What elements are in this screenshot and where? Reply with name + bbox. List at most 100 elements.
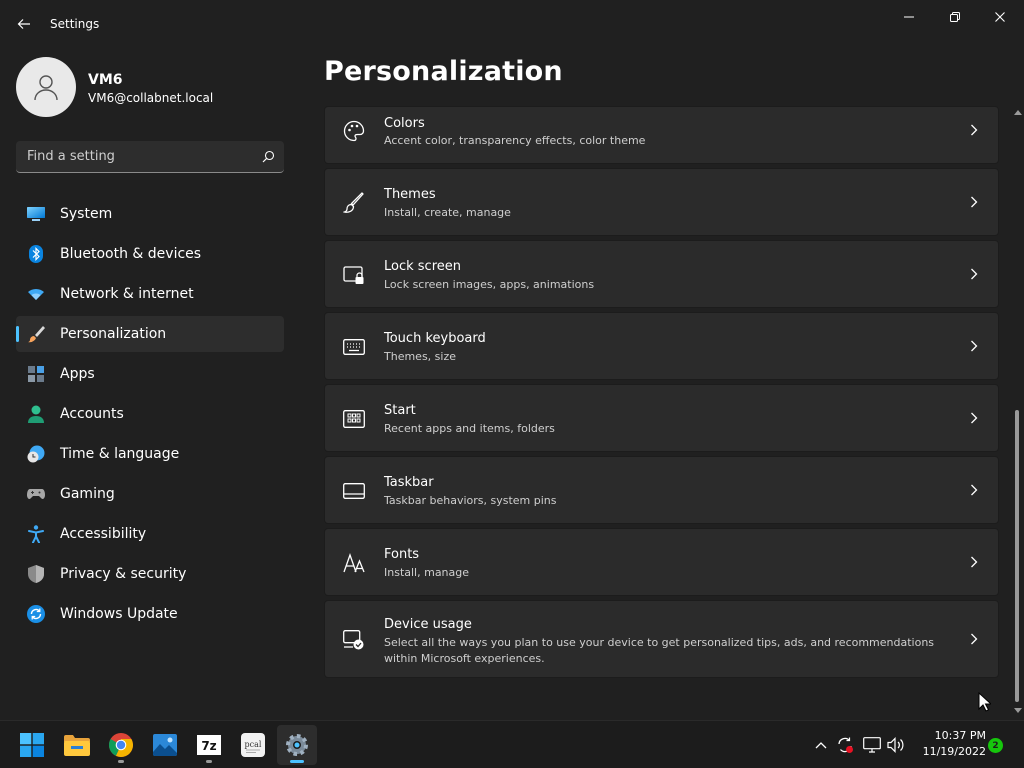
shield-icon <box>26 564 46 584</box>
chevron-right-icon <box>968 633 980 645</box>
card-title: Start <box>384 403 416 418</box>
card-subtitle: Install, manage <box>384 566 470 579</box>
scroll-thumb[interactable] <box>1015 410 1019 702</box>
start-card[interactable]: Start Recent apps and items, folders <box>324 384 999 452</box>
wifi-icon <box>26 284 46 304</box>
card-subtitle: Select all the ways you plan to use your… <box>384 636 935 665</box>
sidebar-item-personalization[interactable]: Personalization <box>16 316 284 352</box>
system-icon <box>26 204 46 224</box>
chevron-right-icon <box>968 268 980 280</box>
user-email: VM6@collabnet.local <box>88 91 214 105</box>
card-subtitle: Recent apps and items, folders <box>384 422 555 435</box>
search-button[interactable] <box>252 141 284 172</box>
sidebar-item-system[interactable]: System <box>16 196 284 232</box>
content-scrollbar[interactable] <box>1011 108 1024 718</box>
device-usage-card[interactable]: Device usage Select all the ways you pla… <box>324 600 999 678</box>
search-box <box>16 141 284 173</box>
running-indicator <box>290 760 304 763</box>
sidebar-item-network[interactable]: Network & internet <box>16 276 284 312</box>
themes-card[interactable]: Themes Install, create, manage <box>324 168 999 236</box>
keyboard-icon <box>342 335 366 359</box>
sidebar-item-gaming[interactable]: Gaming <box>16 476 284 512</box>
taskbar-file-explorer-button[interactable] <box>57 725 97 765</box>
touch-keyboard-card[interactable]: Touch keyboard Themes, size <box>324 312 999 380</box>
running-indicator <box>118 760 124 763</box>
chevron-right-icon <box>968 196 980 208</box>
close-button[interactable] <box>978 4 1022 30</box>
sidebar-item-label: Personalization <box>60 326 167 342</box>
device-usage-icon <box>342 628 366 652</box>
gear-icon <box>286 734 308 756</box>
network-tray-icon[interactable] <box>862 735 882 755</box>
sidebar-item-bluetooth[interactable]: Bluetooth & devices <box>16 236 284 272</box>
search-icon <box>262 150 274 163</box>
volume-tray-icon[interactable] <box>886 735 906 755</box>
chevron-up-icon <box>815 742 827 749</box>
card-title: Themes <box>384 187 436 202</box>
taskbar-settings-button[interactable] <box>277 725 317 765</box>
palette-icon <box>342 119 366 143</box>
speaker-icon <box>887 737 904 753</box>
page-title: Personalization <box>324 56 563 87</box>
sidebar-item-apps[interactable]: Apps <box>16 356 284 392</box>
user-name: VM6 <box>88 72 123 88</box>
card-title: Colors <box>384 116 425 131</box>
restore-button[interactable] <box>933 4 977 30</box>
show-hidden-icons-button[interactable] <box>811 735 831 755</box>
sidebar-item-windows-update[interactable]: Windows Update <box>16 596 284 632</box>
sidebar-item-label: Network & internet <box>60 286 194 302</box>
apps-icon <box>26 364 46 384</box>
photos-icon <box>153 734 177 756</box>
card-title: Device usage <box>384 617 472 632</box>
sidebar-item-label: Time & language <box>60 446 180 462</box>
sidebar-item-time-language[interactable]: Time & language <box>16 436 284 472</box>
card-subtitle: Accent color, transparency effects, colo… <box>384 134 646 147</box>
sync-status-tray-icon[interactable] <box>835 735 855 755</box>
chevron-right-icon <box>968 484 980 496</box>
taskbar-chrome-button[interactable] <box>101 725 141 765</box>
sidebar-item-accessibility[interactable]: Accessibility <box>16 516 284 552</box>
sidebar-item-label: Accounts <box>60 406 124 422</box>
pcal-icon: pcal <box>241 733 265 757</box>
taskbar-card[interactable]: Taskbar Taskbar behaviors, system pins <box>324 456 999 524</box>
back-arrow-icon <box>17 19 30 29</box>
chevron-right-icon <box>968 556 980 568</box>
card-subtitle: Lock screen images, apps, animations <box>384 278 595 291</box>
lock-screen-card[interactable]: Lock screen Lock screen images, apps, an… <box>324 240 999 308</box>
fonts-card[interactable]: Fonts Install, manage <box>324 528 999 596</box>
search-input[interactable] <box>16 141 252 172</box>
notification-badge[interactable]: 2 <box>988 738 1003 753</box>
update-icon <box>26 604 46 624</box>
card-title: Touch keyboard <box>384 331 486 346</box>
card-subtitle: Taskbar behaviors, system pins <box>384 494 557 507</box>
accessibility-icon <box>26 524 46 544</box>
user-icon <box>34 75 58 101</box>
scroll-down-arrow-icon[interactable] <box>1014 708 1022 713</box>
clock-time: 10:37 PM <box>934 729 986 742</box>
accounts-icon <box>26 404 46 424</box>
card-title: Fonts <box>384 547 420 562</box>
avatar[interactable] <box>16 57 76 117</box>
brush-icon <box>342 191 366 215</box>
chevron-right-icon <box>968 412 980 424</box>
close-icon <box>995 12 1005 22</box>
chevron-right-icon <box>968 124 980 136</box>
taskbar-start-button[interactable] <box>12 725 52 765</box>
taskbar-photos-button[interactable] <box>145 725 185 765</box>
sidebar-item-label: System <box>60 206 113 222</box>
taskbar-clock[interactable]: 10:37 PM 11/19/2022 <box>910 728 986 760</box>
sidebar-item-accounts[interactable]: Accounts <box>16 396 284 432</box>
taskbar-7zip-button[interactable]: 7z <box>189 725 229 765</box>
sidebar-item-label: Apps <box>60 366 95 382</box>
sidebar-item-privacy-security[interactable]: Privacy & security <box>16 556 284 592</box>
restore-icon <box>950 12 960 22</box>
colors-card[interactable]: Colors Accent color, transparency effect… <box>324 106 999 164</box>
minimize-button[interactable] <box>887 4 931 30</box>
fonts-icon <box>342 551 366 575</box>
windows-start-icon <box>20 733 44 757</box>
sidebar-nav: System Bluetooth & devices Network & int… <box>16 196 284 636</box>
back-button[interactable] <box>12 12 36 36</box>
taskbar-pcal-button[interactable]: pcal <box>233 725 273 765</box>
scroll-up-arrow-icon[interactable] <box>1014 110 1022 115</box>
gamepad-icon <box>26 484 46 504</box>
